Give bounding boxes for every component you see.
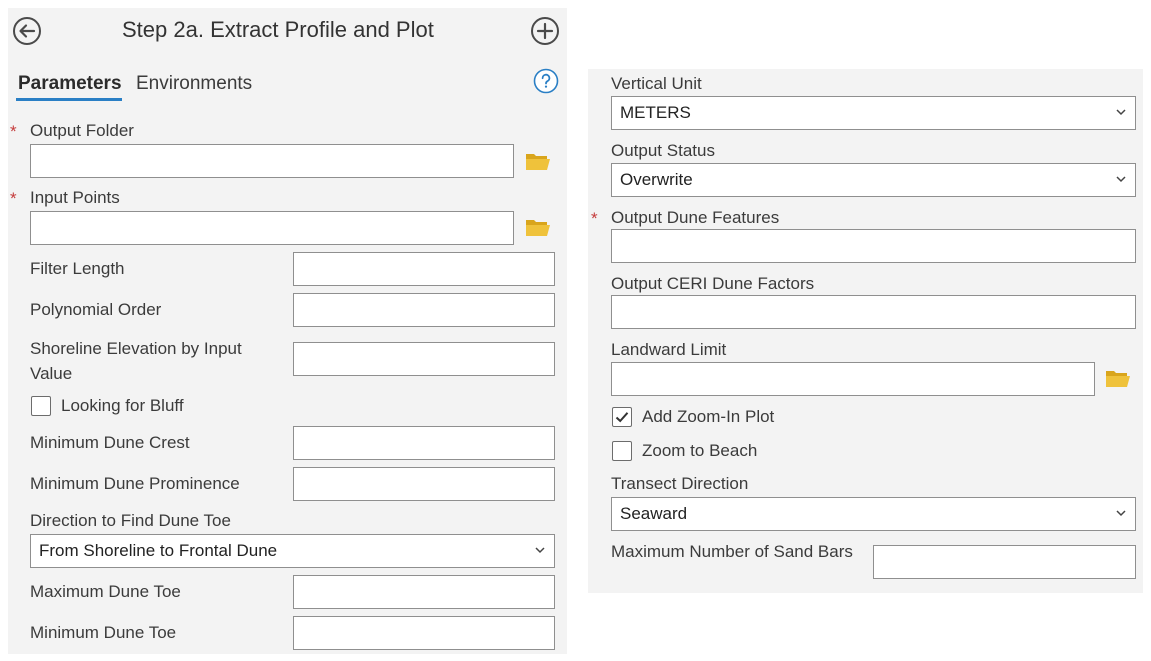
- help-icon[interactable]: [533, 68, 559, 94]
- transect-direction-label: Transect Direction: [611, 474, 749, 493]
- tab-parameters[interactable]: Parameters: [18, 72, 122, 96]
- vertical-unit-label: Vertical Unit: [611, 74, 702, 93]
- filter-length-input[interactable]: [293, 252, 555, 286]
- active-tab-indicator: [16, 98, 122, 101]
- shoreline-elevation-input[interactable]: [293, 342, 555, 376]
- chevron-down-icon: [1116, 510, 1126, 517]
- input-points-input[interactable]: [30, 211, 514, 245]
- max-sand-bars-label: Maximum Number of Sand Bars: [611, 542, 853, 561]
- direction-dune-toe-select[interactable]: From Shoreline to Frontal Dune: [30, 534, 555, 568]
- add-zoom-in-plot-checkbox[interactable]: [612, 407, 632, 427]
- add-zoom-in-plot-label: Add Zoom-In Plot: [642, 407, 775, 426]
- tool-panel-right: Vertical Unit METERS Output Status Overw…: [588, 69, 1143, 593]
- output-dune-features-label: Output Dune Features: [611, 208, 780, 227]
- output-folder-label: Output Folder: [30, 121, 134, 140]
- required-marker: *: [591, 209, 598, 228]
- min-dune-crest-label: Minimum Dune Crest: [30, 433, 190, 452]
- folder-browse-icon[interactable]: [525, 150, 551, 172]
- min-dune-prominence-label: Minimum Dune Prominence: [30, 474, 240, 493]
- min-dune-toe-label: Minimum Dune Toe: [30, 623, 177, 642]
- looking-for-bluff-checkbox[interactable]: [31, 396, 51, 416]
- zoom-to-beach-label: Zoom to Beach: [642, 441, 758, 460]
- checkmark-icon: [615, 412, 629, 423]
- landward-limit-input[interactable]: [611, 362, 1095, 396]
- output-ceri-label: Output CERI Dune Factors: [611, 274, 815, 293]
- direction-dune-toe-label: Direction to Find Dune Toe: [30, 511, 231, 530]
- output-folder-input[interactable]: [30, 144, 514, 178]
- required-marker: *: [10, 122, 17, 141]
- tab-environments[interactable]: Environments: [136, 72, 252, 96]
- tool-panel-left: Step 2a. Extract Profile and Plot Parame…: [8, 8, 567, 654]
- min-dune-toe-input[interactable]: [293, 616, 555, 650]
- max-dune-toe-input[interactable]: [293, 575, 555, 609]
- folder-browse-icon[interactable]: [1105, 367, 1131, 389]
- looking-for-bluff-label: Looking for Bluff: [61, 396, 184, 415]
- folder-browse-icon[interactable]: [525, 216, 551, 238]
- max-sand-bars-input[interactable]: [873, 545, 1136, 579]
- zoom-to-beach-checkbox[interactable]: [612, 441, 632, 461]
- tool-title: Step 2a. Extract Profile and Plot: [122, 17, 434, 42]
- required-marker: *: [10, 189, 17, 208]
- output-status-label: Output Status: [611, 141, 715, 160]
- plus-circle-icon[interactable]: [530, 16, 560, 46]
- input-points-label: Input Points: [30, 188, 120, 207]
- output-dune-features-input[interactable]: [611, 229, 1136, 263]
- max-dune-toe-label: Maximum Dune Toe: [30, 582, 181, 601]
- output-ceri-input[interactable]: [611, 295, 1136, 329]
- chevron-down-icon: [1116, 109, 1126, 116]
- shoreline-elevation-label: Shoreline Elevation by Input Value: [30, 339, 242, 383]
- min-dune-crest-input[interactable]: [293, 426, 555, 460]
- chevron-down-icon: [535, 547, 545, 554]
- landward-limit-label: Landward Limit: [611, 340, 727, 359]
- polynomial-order-input[interactable]: [293, 293, 555, 327]
- vertical-unit-select[interactable]: METERS: [611, 96, 1136, 130]
- filter-length-label: Filter Length: [30, 259, 125, 278]
- chevron-down-icon: [1116, 176, 1126, 183]
- back-arrow-circle-icon[interactable]: [12, 16, 42, 46]
- transect-direction-select[interactable]: Seaward: [611, 497, 1136, 531]
- output-status-select[interactable]: Overwrite: [611, 163, 1136, 197]
- polynomial-order-label: Polynomial Order: [30, 300, 162, 319]
- min-dune-prominence-input[interactable]: [293, 467, 555, 501]
